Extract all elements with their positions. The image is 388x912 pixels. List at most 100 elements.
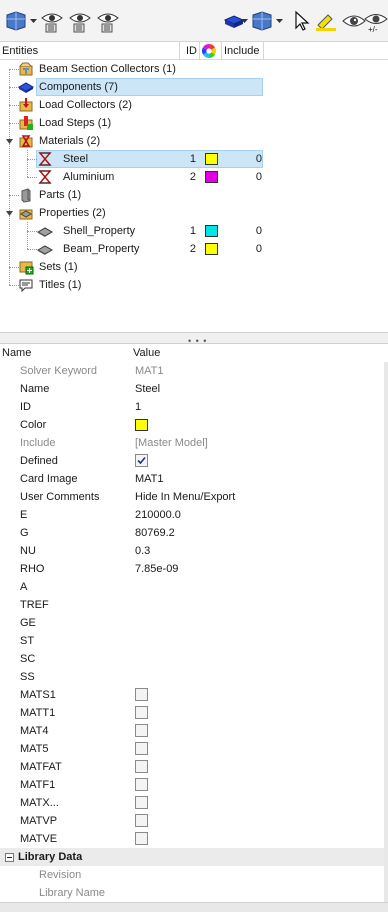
beam-section-collector-icon — [18, 61, 34, 77]
hide-icon[interactable] — [68, 9, 92, 33]
horizontal-scrollbar[interactable] — [0, 902, 388, 912]
matfat-checkbox[interactable] — [135, 760, 148, 773]
tree-item-shell-property[interactable]: Shell_Property 1 0 — [0, 222, 388, 240]
property-row-matfat[interactable]: MATFAT — [0, 758, 388, 776]
tree-item-components[interactable]: Components (7) — [0, 78, 388, 96]
entity-view-icon[interactable] — [4, 9, 28, 33]
tree-item-materials[interactable]: Materials (2) — [0, 132, 388, 150]
eye-icon[interactable] — [342, 9, 366, 33]
property-icon — [37, 241, 53, 257]
isolate-icon[interactable] — [96, 9, 120, 33]
properties-icon — [18, 205, 34, 221]
mat5-checkbox[interactable] — [135, 742, 148, 755]
property-value[interactable]: Steel — [135, 380, 160, 398]
chevron-down-icon[interactable] — [30, 17, 37, 24]
property-row-nu[interactable]: NU 0.3 — [0, 542, 388, 560]
highlight-icon[interactable] — [314, 9, 338, 33]
vertical-scrollbar[interactable] — [384, 362, 388, 902]
column-header-color[interactable] — [200, 42, 222, 60]
tree-item-beam-property[interactable]: Beam_Property 2 0 — [0, 240, 388, 258]
property-row-mat4[interactable]: MAT4 — [0, 722, 388, 740]
matt1-checkbox[interactable] — [135, 706, 148, 719]
property-row-include[interactable]: Include [Master Model] — [0, 434, 388, 452]
color-swatch[interactable] — [205, 153, 218, 165]
property-value[interactable]: MAT1 — [135, 470, 164, 488]
property-row-ge[interactable]: GE — [0, 614, 388, 632]
matve-checkbox[interactable] — [135, 832, 148, 845]
tree-item-properties[interactable]: Properties (2) — [0, 204, 388, 222]
property-value[interactable]: 7.85e-09 — [135, 560, 178, 578]
show-icon[interactable] — [40, 9, 64, 33]
checkmark-icon — [137, 456, 146, 465]
panel-splitter[interactable]: • • • — [0, 332, 388, 346]
property-row-defined[interactable]: Defined — [0, 452, 388, 470]
property-name: ST — [20, 635, 35, 647]
property-name: MATF1 — [20, 779, 56, 791]
property-value[interactable]: 210000.0 — [135, 506, 181, 524]
property-row-library-name[interactable]: Library Name — [0, 884, 388, 902]
mat4-checkbox[interactable] — [135, 724, 148, 737]
column-header-value[interactable]: Value — [131, 344, 331, 362]
defined-checkbox[interactable] — [135, 454, 148, 467]
column-header-id[interactable]: ID — [180, 42, 200, 60]
property-value[interactable]: Hide In Menu/Export — [135, 488, 235, 506]
tree-item-titles[interactable]: Titles (1) — [0, 276, 388, 294]
property-row-name[interactable]: Name Steel — [0, 380, 388, 398]
color-swatch[interactable] — [205, 225, 218, 237]
property-row-e[interactable]: E 210000.0 — [0, 506, 388, 524]
mats1-checkbox[interactable] — [135, 688, 148, 701]
tree-item-steel[interactable]: Steel 1 0 — [0, 150, 388, 168]
tree-item-sets[interactable]: Sets (1) — [0, 258, 388, 276]
property-row-matf1[interactable]: MATF1 — [0, 776, 388, 794]
tree-item-beam-section-collectors[interactable]: Beam Section Collectors (1) — [0, 60, 388, 78]
color-swatch[interactable] — [205, 243, 218, 255]
entity-tree: Beam Section Collectors (1) Components (… — [0, 60, 388, 332]
column-header-name[interactable]: Name — [0, 344, 133, 362]
property-row-st[interactable]: ST — [0, 632, 388, 650]
cursor-icon[interactable] — [290, 9, 314, 33]
collapse-icon[interactable] — [5, 137, 14, 146]
property-row-a[interactable]: A — [0, 578, 388, 596]
property-row-matvp[interactable]: MATVP — [0, 812, 388, 830]
property-row-matx[interactable]: MATX... — [0, 794, 388, 812]
property-row-tref[interactable]: TREF — [0, 596, 388, 614]
collapse-icon[interactable] — [5, 209, 14, 218]
collapse-icon[interactable] — [5, 853, 14, 862]
property-row-mats1[interactable]: MATS1 — [0, 686, 388, 704]
tree-item-parts[interactable]: Parts (1) — [0, 186, 388, 204]
property-row-mat5[interactable]: MAT5 — [0, 740, 388, 758]
chevron-down-icon[interactable] — [241, 17, 248, 24]
id-value: 1 — [189, 153, 196, 165]
property-row-matve[interactable]: MATVE — [0, 830, 388, 848]
property-value[interactable]: 1 — [135, 398, 141, 416]
tree-item-load-collectors[interactable]: Load Collectors (2) — [0, 96, 388, 114]
property-row-rho[interactable]: RHO 7.85e-09 — [0, 560, 388, 578]
property-row-solver-keyword[interactable]: Solver Keyword MAT1 — [0, 362, 388, 380]
property-row-matt1[interactable]: MATT1 — [0, 704, 388, 722]
property-row-ss[interactable]: SS — [0, 668, 388, 686]
eye-plus-minus-icon[interactable]: +/- — [364, 9, 388, 33]
tree-item-load-steps[interactable]: Load Steps (1) — [0, 114, 388, 132]
matf1-checkbox[interactable] — [135, 778, 148, 791]
property-name: TREF — [20, 599, 49, 611]
column-header-entities[interactable]: Entities — [0, 42, 180, 60]
property-name: MATX... — [20, 797, 59, 809]
property-row-revision[interactable]: Revision — [0, 866, 388, 884]
color-swatch[interactable] — [205, 171, 218, 183]
column-header-include[interactable]: Include — [222, 42, 264, 60]
matx-checkbox[interactable] — [135, 796, 148, 809]
color-swatch[interactable] — [135, 419, 148, 431]
property-row-user-comments[interactable]: User Comments Hide In Menu/Export — [0, 488, 388, 506]
property-row-sc[interactable]: SC — [0, 650, 388, 668]
property-value[interactable]: 80769.2 — [135, 524, 175, 542]
chevron-down-icon[interactable] — [276, 17, 283, 24]
property-row-card-image[interactable]: Card Image MAT1 — [0, 470, 388, 488]
tree-item-aluminium[interactable]: Aluminium 2 0 — [0, 168, 388, 186]
library-data-section[interactable]: Library Data — [0, 848, 388, 866]
property-row-color[interactable]: Color — [0, 416, 388, 434]
matvp-checkbox[interactable] — [135, 814, 148, 827]
entity-view-dropdown-icon[interactable] — [250, 9, 274, 33]
property-row-id[interactable]: ID 1 — [0, 398, 388, 416]
property-row-g[interactable]: G 80769.2 — [0, 524, 388, 542]
property-value[interactable]: 0.3 — [135, 542, 150, 560]
